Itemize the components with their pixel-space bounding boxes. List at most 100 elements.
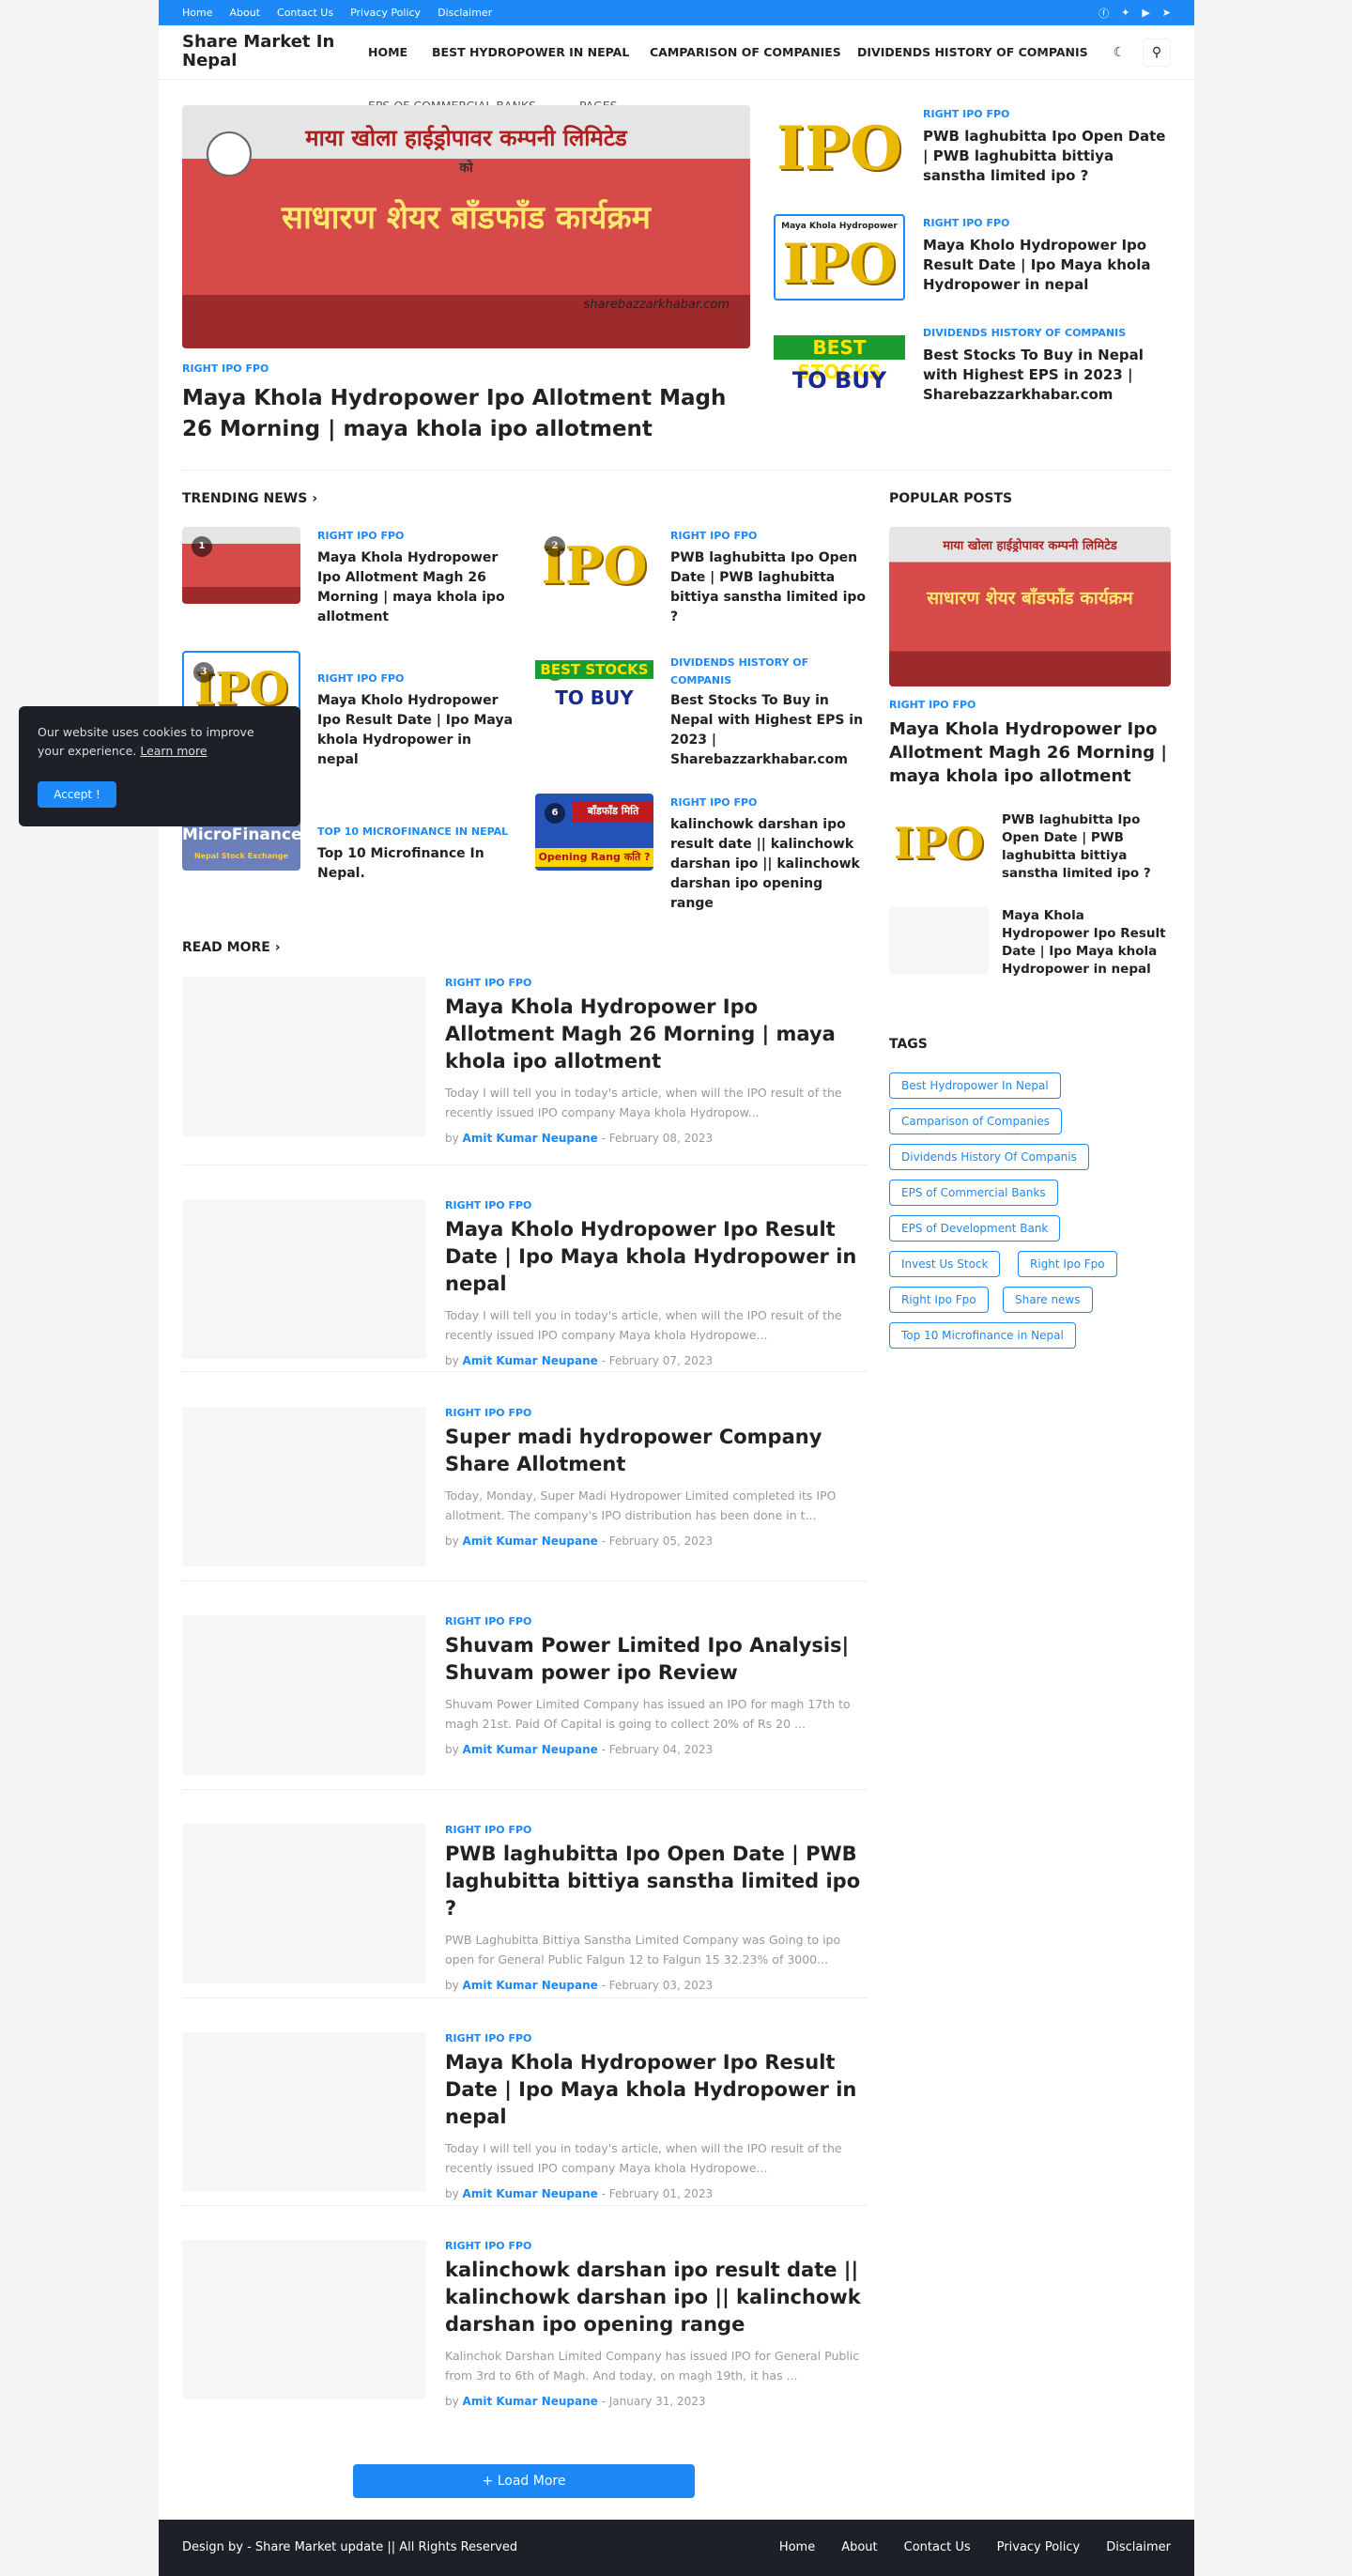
- post-author[interactable]: Amit Kumar Neupane: [463, 1132, 598, 1145]
- popular-2-image[interactable]: [889, 907, 989, 975]
- post-title[interactable]: Maya Kholo Hydropower Ipo Result Date | …: [445, 1216, 868, 1298]
- post-thumbnail[interactable]: [182, 977, 426, 1136]
- hero-side-1-image[interactable]: IPO: [774, 105, 905, 192]
- footer-link-disclaimer[interactable]: Disclaimer: [1106, 2520, 1171, 2576]
- post-category[interactable]: RIGHT IPO FPO: [445, 977, 868, 989]
- trending-4-category[interactable]: DIVIDENDS HISTORY OF COMPANIS: [670, 654, 868, 689]
- popular-2-title[interactable]: Maya Khola Hydropower Ipo Result Date | …: [1002, 907, 1171, 979]
- post-category[interactable]: RIGHT IPO FPO: [445, 1824, 868, 1836]
- trending-5-category[interactable]: TOP 10 MICROFINANCE IN NEPAL: [317, 825, 508, 838]
- hero-category[interactable]: RIGHT IPO FPO: [182, 362, 269, 375]
- hero-side-3-category[interactable]: DIVIDENDS HISTORY OF COMPANIS: [923, 327, 1126, 339]
- post-thumbnail[interactable]: [182, 1199, 426, 1359]
- post-title[interactable]: Maya Khola Hydropower Ipo Result Date | …: [445, 2049, 868, 2131]
- dark-mode-icon[interactable]: ☾: [1105, 39, 1133, 67]
- topbar-link-home[interactable]: Home: [182, 7, 212, 19]
- trending-4-title[interactable]: Best Stocks To Buy in Nepal with Highest…: [670, 691, 868, 770]
- post-author[interactable]: Amit Kumar Neupane: [463, 2187, 598, 2200]
- trending-2-image[interactable]: 2 IPO: [535, 527, 653, 604]
- topbar-link-contact[interactable]: Contact Us: [277, 7, 333, 19]
- post-category[interactable]: RIGHT IPO FPO: [445, 2240, 868, 2252]
- trending-2-title[interactable]: PWB laghubitta Ipo Open Date | PWB laghu…: [670, 548, 868, 627]
- hero-side-3-title[interactable]: Best Stocks To Buy in Nepal with Highest…: [923, 346, 1172, 405]
- site-logo[interactable]: Share Market In Nepal: [182, 33, 342, 70]
- trending-3-category[interactable]: RIGHT IPO FPO: [317, 672, 404, 685]
- trending-1-category[interactable]: RIGHT IPO FPO: [317, 530, 404, 542]
- post-meta: by Amit Kumar Neupane - February 01, 202…: [445, 2187, 714, 2200]
- trending-1-image[interactable]: 1: [182, 527, 300, 604]
- trending-1-title[interactable]: Maya Khola Hydropower Ipo Allotment Magh…: [317, 548, 505, 627]
- nav-dividends-history[interactable]: DIVIDENDS HISTORY OF COMPANIS: [857, 45, 1088, 59]
- trending-3-title[interactable]: Maya Kholo Hydropower Ipo Result Date | …: [317, 691, 515, 770]
- post-thumbnail[interactable]: [182, 1824, 426, 1983]
- trending-4-image[interactable]: 4 BEST STOCKS TO BUY: [535, 651, 653, 728]
- popular-main-title[interactable]: Maya Khola Hydropower Ipo Allotment Magh…: [889, 717, 1171, 788]
- popular-1-image[interactable]: IPO: [889, 810, 989, 877]
- topbar-link-disclaimer[interactable]: Disclaimer: [438, 7, 492, 19]
- search-icon[interactable]: ⚲: [1143, 39, 1171, 67]
- post-title[interactable]: kalinchowk darshan ipo result date || ka…: [445, 2257, 868, 2338]
- topbar-link-about[interactable]: About: [229, 7, 260, 19]
- tag-comparison[interactable]: Camparison of Companies: [889, 1108, 1063, 1134]
- post-thumbnail[interactable]: [182, 2032, 426, 2192]
- post-author[interactable]: Amit Kumar Neupane: [463, 2395, 598, 2408]
- hero-side-1-category[interactable]: RIGHT IPO FPO: [923, 108, 1009, 120]
- post-title[interactable]: PWB laghubitta Ipo Open Date | PWB laghu…: [445, 1841, 868, 1922]
- hero-side-3-image[interactable]: BEST STOCKS TO BUY: [774, 324, 905, 410]
- tag-invest-us-stock[interactable]: Invest Us Stock: [889, 1251, 1001, 1277]
- post-author[interactable]: Amit Kumar Neupane: [463, 1743, 598, 1756]
- trending-2-category[interactable]: RIGHT IPO FPO: [670, 530, 757, 542]
- post-author[interactable]: Amit Kumar Neupane: [463, 1979, 598, 1992]
- youtube-icon[interactable]: ▶: [1142, 7, 1149, 19]
- footer-link-about[interactable]: About: [841, 2520, 877, 2576]
- tag-right-ipo-fpo-2[interactable]: Right Ipo Fpo: [889, 1287, 989, 1313]
- trending-6-image[interactable]: 6 बाँडफाँड मिति Opening Rang कति ?: [535, 794, 653, 871]
- trending-heading[interactable]: TRENDING NEWS ›: [182, 491, 317, 506]
- tag-eps-development[interactable]: EPS of Development Bank: [889, 1215, 1061, 1242]
- footer-link-home[interactable]: Home: [779, 2520, 815, 2576]
- load-more-button[interactable]: + Load More: [353, 2464, 695, 2498]
- trending-6-category[interactable]: RIGHT IPO FPO: [670, 796, 757, 809]
- cookie-learn-more-link[interactable]: Learn more: [140, 744, 207, 758]
- post-title[interactable]: Shuvam Power Limited Ipo Analysis| Shuva…: [445, 1632, 868, 1687]
- hero-side-2-image[interactable]: Maya Khola Hydropower IPO: [774, 214, 905, 301]
- popular-1-title[interactable]: PWB laghubitta Ipo Open Date | PWB laghu…: [1002, 811, 1171, 883]
- facebook-icon[interactable]: ⓕ: [1098, 6, 1109, 21]
- post-thumbnail[interactable]: [182, 1615, 426, 1775]
- twitter-icon[interactable]: ✦: [1121, 7, 1129, 19]
- tag-best-hydropower[interactable]: Best Hydropower In Nepal: [889, 1072, 1061, 1099]
- readmore-heading[interactable]: READ MORE ›: [182, 940, 281, 955]
- post-title[interactable]: Maya Khola Hydropower Ipo Allotment Magh…: [445, 994, 868, 1075]
- post-category[interactable]: RIGHT IPO FPO: [445, 1615, 868, 1627]
- cookie-accept-button[interactable]: Accept !: [38, 781, 116, 808]
- tag-right-ipo-fpo[interactable]: Right Ipo Fpo: [1018, 1251, 1117, 1277]
- popular-main-category[interactable]: RIGHT IPO FPO: [889, 699, 976, 711]
- tag-dividends-history[interactable]: Dividends History Of Companis: [889, 1144, 1089, 1170]
- trending-6-title[interactable]: kalinchowk darshan ipo result date || ka…: [670, 815, 868, 914]
- footer-link-contact[interactable]: Contact Us: [904, 2520, 971, 2576]
- post-author[interactable]: Amit Kumar Neupane: [463, 1354, 598, 1367]
- trending-5-title[interactable]: Top 10 Microfinance In Nepal.: [317, 844, 515, 884]
- popular-main-image[interactable]: माया खोला हाईड्रोपावर कम्पनी लिमिटेड साध…: [889, 527, 1171, 686]
- post-title[interactable]: Super madi hydropower Company Share Allo…: [445, 1424, 868, 1478]
- hero-title[interactable]: Maya Khola Hydropower Ipo Allotment Magh…: [182, 383, 750, 445]
- hero-side-2-category[interactable]: RIGHT IPO FPO: [923, 217, 1009, 229]
- nav-home[interactable]: HOME: [368, 45, 407, 59]
- post-thumbnail[interactable]: [182, 1407, 426, 1566]
- tag-eps-commercial[interactable]: EPS of Commercial Banks: [889, 1180, 1058, 1206]
- post-category[interactable]: RIGHT IPO FPO: [445, 1407, 868, 1419]
- footer-link-privacy[interactable]: Privacy Policy: [997, 2520, 1081, 2576]
- tag-share-news[interactable]: Share news: [1003, 1287, 1093, 1313]
- hero-side-2-title[interactable]: Maya Kholo Hydropower Ipo Result Date | …: [923, 236, 1172, 295]
- hero-side-1-title[interactable]: PWB laghubitta Ipo Open Date | PWB laghu…: [923, 127, 1172, 186]
- telegram-icon[interactable]: ➤: [1162, 7, 1171, 19]
- post-category[interactable]: RIGHT IPO FPO: [445, 1199, 868, 1211]
- nav-comparison[interactable]: CAMPARISON OF COMPANIES: [650, 45, 841, 59]
- hero-image[interactable]: माया खोला हाईड्रोपावर कम्पनी लिमिटेड को …: [182, 105, 750, 348]
- nav-best-hydropower[interactable]: BEST HYDROPOWER IN NEPAL: [432, 45, 629, 59]
- post-thumbnail[interactable]: [182, 2240, 426, 2399]
- topbar-link-privacy[interactable]: Privacy Policy: [350, 7, 421, 19]
- post-author[interactable]: Amit Kumar Neupane: [463, 1535, 598, 1548]
- post-category[interactable]: RIGHT IPO FPO: [445, 2032, 868, 2044]
- tag-top-10-microfinance[interactable]: Top 10 Microfinance in Nepal: [889, 1322, 1076, 1349]
